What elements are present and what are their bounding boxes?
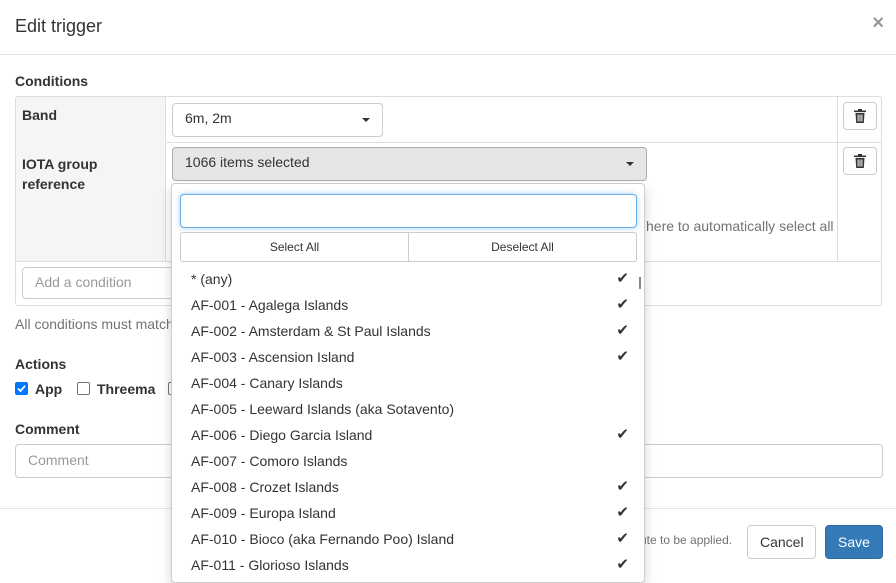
iota-select[interactable]: 1066 items selected xyxy=(172,147,647,181)
list-item-label: AF-009 - Europa Island xyxy=(191,505,336,521)
iota-hint: here to automatically select all xyxy=(646,218,834,234)
list-item[interactable]: AF-008 - Crozet Islands ✔ xyxy=(172,474,644,500)
list-item-label: AF-004 - Canary Islands xyxy=(191,375,343,391)
check-icon: ✔ xyxy=(616,322,629,339)
conditions-heading: Conditions xyxy=(15,73,89,89)
check-icon: ✔ xyxy=(616,556,629,573)
threema-checkbox[interactable] xyxy=(77,382,90,395)
list-item-label: AF-008 - Crozet Islands xyxy=(191,479,339,495)
dropdown-actions: Select All Deselect All xyxy=(180,232,637,262)
list-item[interactable]: AF-007 - Comoro Islands✔ xyxy=(172,448,644,474)
list-item-label: AF-005 - Leeward Islands (aka Sotavento) xyxy=(191,401,455,417)
dropdown-list: * (any) ✔ AF-001 - Agalega Islands ✔ AF-00… xyxy=(172,266,644,578)
caret-down-icon xyxy=(626,162,634,166)
list-item[interactable]: AF-003 - Ascension Island ✔ xyxy=(172,344,644,370)
list-item[interactable]: AF-002 - Amsterdam & St Paul Islands ✔ xyxy=(172,318,644,344)
list-item-label: * (any) xyxy=(191,271,233,287)
list-item[interactable]: AF-001 - Agalega Islands ✔ xyxy=(172,292,644,318)
modal-title: Edit trigger xyxy=(15,16,103,36)
threema-label: Threema xyxy=(97,381,156,397)
delete-iota-button[interactable] xyxy=(843,147,877,175)
band-delete-cell xyxy=(837,97,881,142)
check-icon: ✔ xyxy=(616,478,629,495)
dropdown-search-input[interactable] xyxy=(180,194,637,228)
check-icon: ✔ xyxy=(616,530,629,547)
iota-label: IOTA group reference xyxy=(16,142,166,261)
trash-icon xyxy=(854,109,866,123)
iota-select-value: 1066 items selected xyxy=(185,154,310,170)
condition-row-band: Band 6m, 2m xyxy=(16,97,881,143)
check-icon: ✔ xyxy=(616,426,629,443)
list-item[interactable]: AF-011 - Glorioso Islands ✔ xyxy=(172,552,644,578)
iota-dropdown-menu: Select All Deselect All * (any) ✔ AF-001 … xyxy=(171,183,645,583)
save-button[interactable]: Save xyxy=(825,525,883,559)
app-checkbox[interactable] xyxy=(15,382,28,395)
list-item[interactable]: AF-006 - Diego Garcia Island ✔ xyxy=(172,422,644,448)
trash-icon xyxy=(854,154,866,168)
list-item-label: AF-011 - Glorioso Islands xyxy=(191,557,349,573)
band-select-value: 6m, 2m xyxy=(185,110,232,126)
close-icon[interactable]: × xyxy=(872,12,884,35)
check-icon: ✔ xyxy=(616,270,629,287)
select-all-button[interactable]: Select All xyxy=(180,232,409,262)
app-label: App xyxy=(35,381,63,397)
caret-down-icon xyxy=(362,118,370,122)
check-icon: ✔ xyxy=(616,504,629,521)
cancel-button[interactable]: Cancel xyxy=(747,525,816,559)
delete-band-button[interactable] xyxy=(843,102,877,130)
list-item[interactable]: AF-009 - Europa Island ✔ xyxy=(172,500,644,526)
dropdown-scrollbar[interactable] xyxy=(639,277,641,289)
band-label: Band xyxy=(16,97,166,142)
list-item-label: AF-001 - Agalega Islands xyxy=(191,297,349,313)
band-select[interactable]: 6m, 2m xyxy=(172,103,383,137)
list-item[interactable]: AF-005 - Leeward Islands (aka Sotavento)… xyxy=(172,396,644,422)
list-item[interactable]: AF-004 - Canary Islands✔ xyxy=(172,370,644,396)
check-icon xyxy=(17,385,26,393)
list-item-label: AF-006 - Diego Garcia Island xyxy=(191,427,373,443)
list-item-label: AF-010 - Bioco (aka Fernando Poo) Island xyxy=(191,531,455,547)
deselect-all-button[interactable]: Deselect All xyxy=(409,232,637,262)
list-item-label: AF-007 - Comoro Islands xyxy=(191,453,348,469)
add-condition-input[interactable]: Add a condition xyxy=(22,267,192,299)
comment-heading: Comment xyxy=(15,421,80,437)
list-item-label: AF-003 - Ascension Island xyxy=(191,349,355,365)
list-item[interactable]: AF-010 - Bioco (aka Fernando Poo) Island… xyxy=(172,526,644,552)
footer-note: ute to be applied. xyxy=(640,533,733,547)
check-icon: ✔ xyxy=(616,348,629,365)
iota-label-line2: reference xyxy=(22,176,86,192)
list-item[interactable]: * (any) ✔ xyxy=(172,266,644,292)
actions-heading: Actions xyxy=(15,356,67,372)
iota-label-line1: IOTA group xyxy=(22,156,98,172)
check-icon: ✔ xyxy=(616,296,629,313)
iota-delete-cell xyxy=(837,142,881,261)
modal-header: Edit trigger × xyxy=(0,0,896,55)
list-item-label: AF-002 - Amsterdam & St Paul Islands xyxy=(191,323,431,339)
conditions-footnote: All conditions must match xyxy=(15,316,174,332)
